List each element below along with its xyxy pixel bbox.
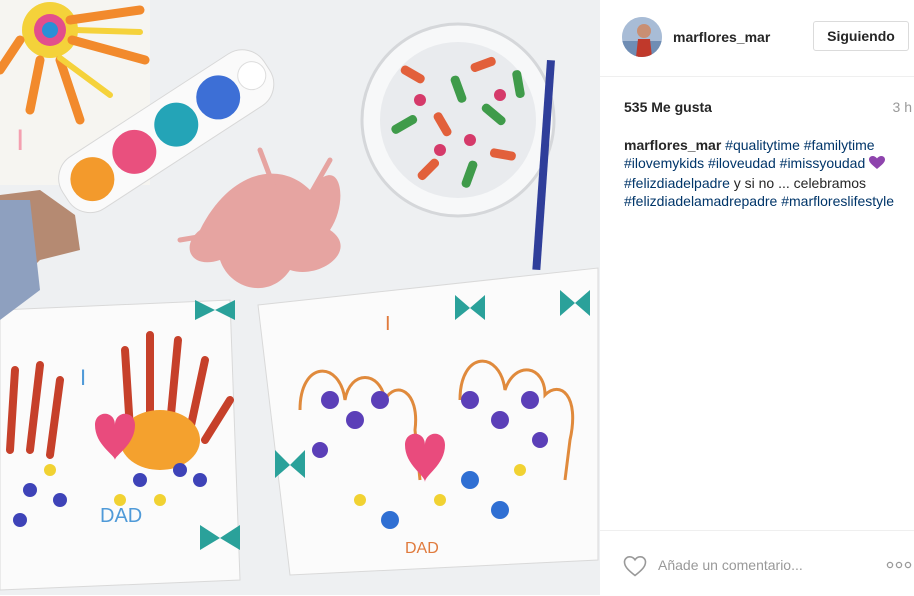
comment-bar [600, 530, 914, 596]
following-button[interactable]: Siguiendo [813, 21, 909, 51]
caption-text: y si no ... celebramos [733, 175, 867, 191]
heart-outline-icon[interactable] [623, 555, 647, 577]
post-sidebar: marflores_mar Siguiendo 535 Me gusta 3 h… [600, 0, 914, 595]
crafts-photo-illustration: I I DAD I DAD [0, 0, 600, 595]
avatar[interactable] [622, 17, 662, 57]
hashtag-link[interactable]: #ilovemykids [624, 155, 704, 171]
likes-count[interactable]: 535 Me gusta [624, 99, 712, 115]
caption-username[interactable]: marflores_mar [624, 137, 721, 153]
right-canvas: I DAD [257, 267, 599, 576]
tray-letter: I [16, 124, 24, 157]
comment-input[interactable] [658, 552, 868, 578]
hashtag-link[interactable]: #iloveudad [708, 155, 776, 171]
right-canvas-dad: DAD [405, 540, 439, 557]
username-link[interactable]: marflores_mar [673, 29, 770, 45]
left-canvas-letter: I [80, 365, 86, 390]
caption: marflores_mar #qualitytime #familytime #… [624, 136, 908, 210]
post-photo[interactable]: I I DAD I DAD [0, 0, 600, 595]
purple-heart-emoji [869, 156, 886, 174]
avatar-image [622, 17, 662, 57]
hashtag-link[interactable]: #marfloreslifestyle [781, 193, 894, 209]
left-canvas-dad: DAD [100, 505, 142, 527]
hashtag-link[interactable]: #familytime [804, 137, 875, 153]
hashtag-link[interactable]: #qualitytime [725, 137, 800, 153]
hashtag-link[interactable]: #felizdiadelpadre [624, 175, 730, 191]
more-options-icon[interactable] [886, 561, 912, 569]
hashtag-link[interactable]: #imissyoudad [780, 155, 866, 171]
hashtag-link[interactable]: #felizdiadelamadrepadre [624, 193, 777, 209]
post-header: marflores_mar Siguiendo [600, 0, 914, 77]
post-time[interactable]: 3 h [893, 99, 912, 115]
right-canvas-letter: I [385, 313, 391, 335]
